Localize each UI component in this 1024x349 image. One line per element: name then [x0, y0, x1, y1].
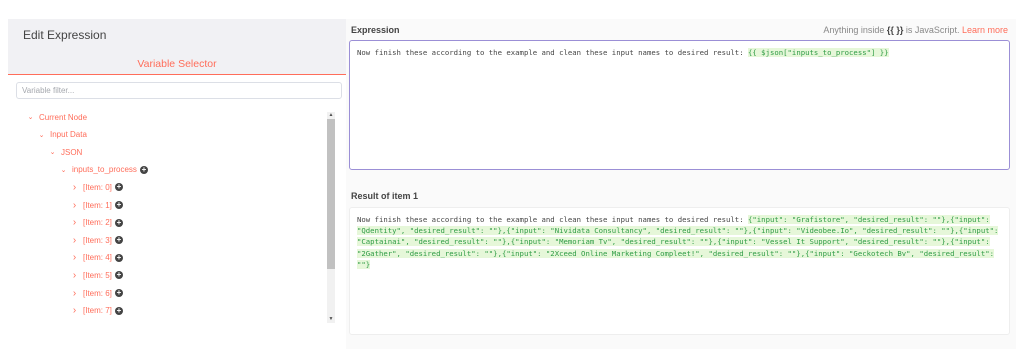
chevron-right-icon[interactable]: ›: [70, 200, 79, 211]
expression-label: Expression: [351, 25, 400, 35]
scroll-down-icon[interactable]: ▼: [327, 316, 335, 323]
result-label: Result of item 1: [351, 191, 419, 201]
plus-circle-icon[interactable]: +: [139, 165, 148, 174]
tree-item-label: [Item: 7]: [83, 306, 112, 316]
javascript-hint: Anything inside {{ }} is JavaScript. Lea…: [823, 25, 1008, 35]
tree-item-label: Current Node: [39, 112, 88, 122]
plus-circle-icon[interactable]: +: [114, 201, 123, 209]
plus-circle-icon[interactable]: +: [114, 253, 123, 262]
plus-circle-icon[interactable]: +: [114, 289, 123, 297]
tree-item-label: [Item: 6]: [83, 288, 112, 298]
result-text: Now finish these according to the exampl…: [357, 215, 748, 224]
tree-item[interactable]: › [Item: 5] +: [70, 268, 123, 282]
expression-text: Now finish these according to the exampl…: [357, 48, 748, 57]
tree-item[interactable]: › [Item: 4] +: [70, 251, 123, 265]
panel-title: Edit Expression: [8, 19, 346, 49]
chevron-right-icon[interactable]: ›: [70, 305, 79, 316]
tree-item[interactable]: ⌄ Current Node: [26, 110, 87, 124]
result-preview: Now finish these according to the exampl…: [349, 207, 1010, 335]
tree-item-label: [Item: 5]: [83, 270, 112, 280]
hint-prefix: Anything inside: [823, 25, 885, 35]
tree-item-label: [Item: 4]: [83, 253, 112, 263]
plus-circle-icon[interactable]: +: [114, 236, 123, 245]
tree-item-label: [Item: 3]: [83, 235, 112, 245]
hint-braces: {{ }}: [886, 25, 904, 35]
tree-scrollbar[interactable]: ▲ ▼: [327, 112, 335, 323]
variable-filter-input[interactable]: [16, 82, 342, 99]
tree-item[interactable]: › [Item: 0] +: [70, 180, 123, 194]
hint-suffix: is JavaScript.: [905, 25, 960, 35]
chevron-right-icon[interactable]: ›: [70, 182, 79, 193]
tree-item-label: JSON: [61, 147, 83, 157]
chevron-right-icon[interactable]: ›: [70, 270, 79, 281]
scrollbar-thumb[interactable]: [327, 119, 335, 269]
variable-selector-tab[interactable]: Variable Selector: [8, 49, 346, 75]
plus-circle-icon[interactable]: +: [114, 306, 123, 315]
variable-selector-panel: Edit Expression Variable Selector ⌄ Curre…: [8, 19, 346, 349]
tree-item-label: inputs_to_process: [72, 165, 137, 175]
tree-item-label: [Item: 2]: [83, 218, 112, 228]
chevron-right-icon[interactable]: ›: [70, 288, 79, 299]
chevron-down-icon[interactable]: ⌄: [26, 113, 35, 121]
expression-panel: Expression Anything inside {{ }} is Java…: [346, 19, 1016, 349]
tree-item-label: [Item: 0]: [83, 182, 112, 192]
chevron-right-icon[interactable]: ›: [70, 217, 79, 228]
plus-circle-icon[interactable]: +: [114, 218, 123, 227]
chevron-down-icon[interactable]: ⌄: [59, 166, 68, 174]
tree-item[interactable]: ⌄ Input Data: [37, 128, 87, 142]
chevron-right-icon[interactable]: ›: [70, 252, 79, 263]
tree-item[interactable]: › [Item: 2] +: [70, 216, 123, 230]
scroll-up-icon[interactable]: ▲: [327, 112, 335, 119]
variable-tree: ⌄ Current Node ⌄ Input Data ⌄ JSON ⌄ inputs_to_…: [16, 107, 332, 324]
chevron-down-icon[interactable]: ⌄: [37, 131, 46, 139]
tree-item-label: [Item: 1]: [83, 200, 112, 210]
chevron-down-icon[interactable]: ⌄: [48, 148, 57, 156]
tree-item[interactable]: › [Item: 7] +: [70, 304, 123, 318]
learn-more-link[interactable]: Learn more: [962, 25, 1008, 35]
tree-item[interactable]: ⌄ JSON: [48, 145, 83, 159]
chevron-right-icon[interactable]: ›: [70, 235, 79, 246]
tree-item[interactable]: › [Item: 1] +: [70, 198, 123, 212]
tree-item[interactable]: ⌄ inputs_to_process +: [59, 163, 148, 177]
plus-circle-icon[interactable]: +: [114, 271, 123, 280]
expression-editor[interactable]: Now finish these according to the exampl…: [349, 40, 1010, 170]
plus-circle-icon[interactable]: +: [114, 183, 123, 192]
expression-variable: {{ $json["inputs_to_process"] }}: [748, 48, 889, 57]
tree-item[interactable]: › [Item: 6] +: [70, 286, 123, 300]
tree-item-label: Input Data: [50, 130, 87, 140]
tree-item[interactable]: › [Item: 3] +: [70, 233, 123, 247]
